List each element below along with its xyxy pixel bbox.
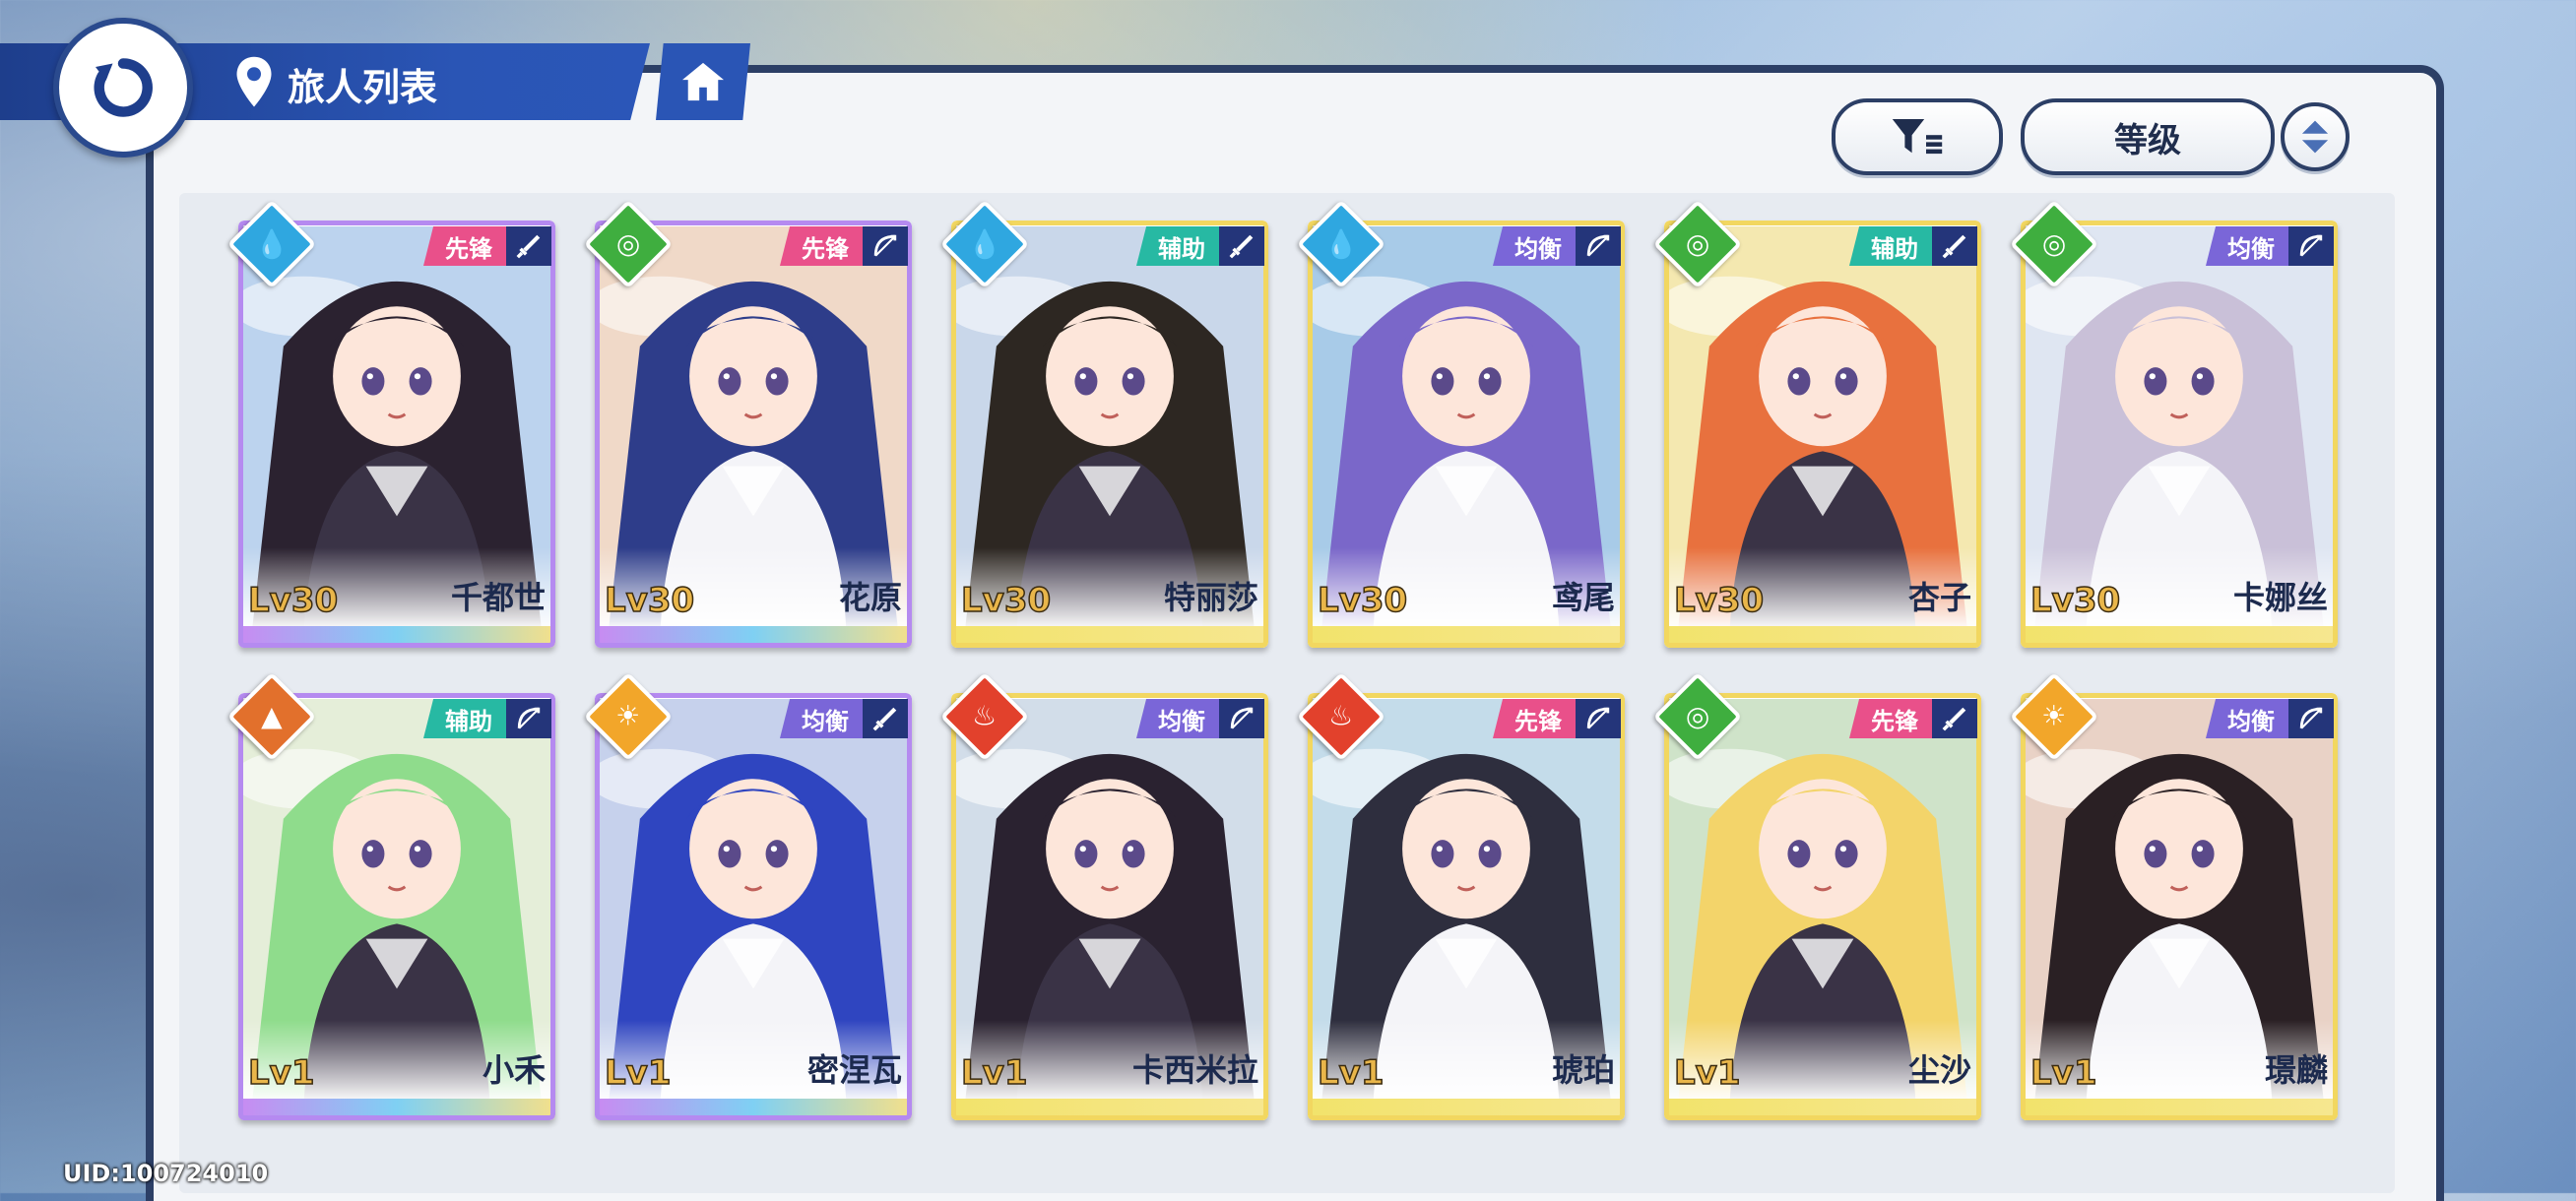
role-badge: 先锋: [1493, 699, 1576, 738]
rarity-strip: [2021, 626, 2338, 648]
character-card-wrapper: 均衡 Lv1 卡西米拉 ♨: [939, 671, 1268, 1120]
rarity-strip: [238, 626, 555, 648]
rarity-strip: [951, 1099, 1268, 1120]
role-badge: 均衡: [1136, 699, 1219, 738]
character-name: 特丽莎: [1163, 579, 1258, 616]
bow-icon: [863, 226, 908, 266]
role-badge: 均衡: [2206, 226, 2288, 266]
character-name: 小禾: [482, 1051, 546, 1089]
character-card-wrapper: 先锋 Lv30 花原 ◎: [583, 199, 912, 648]
character-card[interactable]: 辅助 Lv30 杏子: [1664, 221, 1981, 648]
character-level: Lv1: [2029, 1052, 2097, 1094]
home-button[interactable]: [656, 43, 750, 120]
sort-order-icon: [2301, 120, 2329, 154]
bow-icon: [2288, 226, 2334, 266]
character-card-wrapper: 均衡 Lv1 密涅瓦 ☀: [583, 671, 912, 1120]
sword-icon: [863, 699, 908, 738]
sort-order-button[interactable]: [2281, 102, 2350, 171]
character-level: Lv1: [1317, 1052, 1385, 1094]
character-name: 卡西米拉: [1131, 1051, 1258, 1089]
character-card-wrapper: 均衡 Lv30 卡娜丝 ◎: [2009, 199, 2338, 648]
location-pin-icon: [236, 56, 272, 107]
character-card-wrapper: 先锋 Lv1 琥珀 ♨: [1296, 671, 1625, 1120]
character-grid: 先锋 Lv30 千都世 💧 先锋 Lv30 花原 ◎ 辅助 Lv30 特丽莎 💧…: [226, 199, 2338, 1120]
character-card[interactable]: 均衡 Lv1 密涅瓦: [595, 693, 912, 1120]
back-button[interactable]: [53, 18, 193, 158]
rarity-strip: [1308, 626, 1625, 648]
character-card[interactable]: 均衡 Lv1 卡西米拉: [951, 693, 1268, 1120]
character-card[interactable]: 先锋 Lv1 尘沙: [1664, 693, 1981, 1120]
role-badge: 先锋: [1849, 699, 1932, 738]
character-card-wrapper: 辅助 Lv1 小禾 ▲: [226, 671, 555, 1120]
rarity-strip: [595, 1099, 912, 1120]
character-card[interactable]: 辅助 Lv1 小禾: [238, 693, 555, 1120]
sort-dropdown[interactable]: 等级: [2021, 98, 2275, 175]
role-badge: 辅助: [423, 699, 506, 738]
role-badge: 辅助: [1136, 226, 1219, 266]
bow-icon: [506, 699, 551, 738]
filter-icon: [1892, 119, 1943, 155]
rarity-strip: [1664, 626, 1981, 648]
character-level: Lv30: [960, 580, 1052, 621]
bow-icon: [2288, 699, 2334, 738]
role-badge: 先锋: [780, 226, 863, 266]
character-level: Lv30: [1673, 580, 1765, 621]
role-badge: 辅助: [1849, 226, 1932, 266]
character-level: Lv30: [247, 580, 339, 621]
role-badge: 均衡: [780, 699, 863, 738]
home-icon: [682, 62, 724, 101]
role-badge: 先锋: [423, 226, 506, 266]
character-card-wrapper: 均衡 Lv30 鸢尾 💧: [1296, 199, 1625, 648]
character-name: 密涅瓦: [806, 1051, 902, 1089]
character-card[interactable]: 先锋 Lv30 花原: [595, 221, 912, 648]
character-name: 杏子: [1907, 579, 1971, 616]
character-name: 璟麟: [2264, 1051, 2328, 1089]
character-level: Lv1: [1673, 1052, 1741, 1094]
bow-icon: [1576, 699, 1621, 738]
page-title: 旅人列表: [288, 66, 438, 109]
character-card[interactable]: 均衡 Lv1 璟麟: [2021, 693, 2338, 1120]
character-level: Lv30: [1317, 580, 1408, 621]
character-card-wrapper: 辅助 Lv30 杏子 ◎: [1652, 199, 1981, 648]
rarity-strip: [1308, 1099, 1625, 1120]
sword-icon: [506, 226, 551, 266]
role-badge: 均衡: [1493, 226, 1576, 266]
uid-label: UID:100724010: [63, 1160, 269, 1187]
character-level: Lv30: [604, 580, 695, 621]
character-card[interactable]: 均衡 Lv30 卡娜丝: [2021, 221, 2338, 648]
sword-icon: [1932, 226, 1977, 266]
bow-icon: [1219, 699, 1264, 738]
role-badge: 均衡: [2206, 699, 2288, 738]
character-name: 琥珀: [1551, 1051, 1615, 1089]
character-level: Lv1: [960, 1052, 1028, 1094]
character-level: Lv30: [2029, 580, 2121, 621]
sword-icon: [1219, 226, 1264, 266]
character-card-wrapper: 先锋 Lv1 尘沙 ◎: [1652, 671, 1981, 1120]
rarity-strip: [238, 1099, 555, 1120]
character-card[interactable]: 先锋 Lv1 琥珀: [1308, 693, 1625, 1120]
character-card-wrapper: 辅助 Lv30 特丽莎 💧: [939, 199, 1268, 648]
character-card-wrapper: 先锋 Lv30 千都世 💧: [226, 199, 555, 648]
character-card-wrapper: 均衡 Lv1 璟麟 ☀: [2009, 671, 2338, 1120]
rarity-strip: [2021, 1099, 2338, 1120]
character-card[interactable]: 先锋 Lv30 千都世: [238, 221, 555, 648]
rarity-strip: [951, 626, 1268, 648]
character-card[interactable]: 均衡 Lv30 鸢尾: [1308, 221, 1625, 648]
character-name: 卡娜丝: [2232, 579, 2328, 616]
character-card[interactable]: 辅助 Lv30 特丽莎: [951, 221, 1268, 648]
rarity-strip: [1664, 1099, 1981, 1120]
back-arrow-icon: [94, 58, 153, 117]
character-name: 花原: [838, 579, 902, 616]
filter-button[interactable]: [1832, 98, 2003, 175]
sword-icon: [1932, 699, 1977, 738]
character-name: 尘沙: [1907, 1051, 1971, 1089]
bow-icon: [1576, 226, 1621, 266]
rarity-strip: [595, 626, 912, 648]
character-level: Lv1: [247, 1052, 315, 1094]
character-name: 鸢尾: [1551, 579, 1615, 616]
character-level: Lv1: [604, 1052, 672, 1094]
character-name: 千都世: [450, 579, 546, 616]
